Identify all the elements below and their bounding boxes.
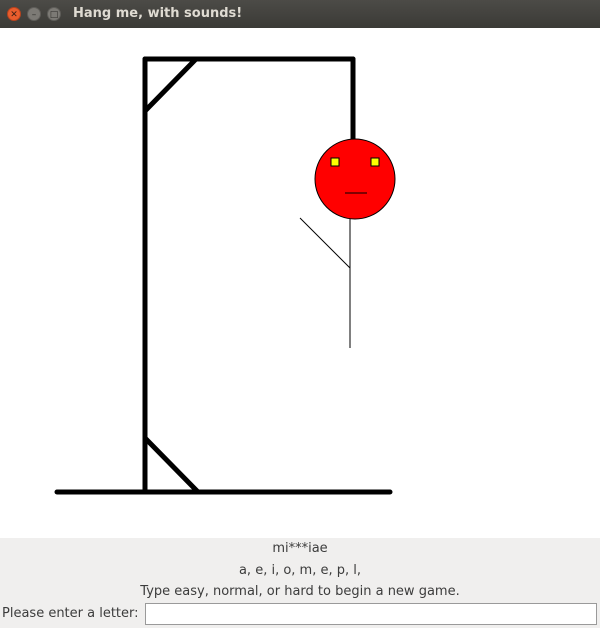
guessed-letters: a, e, i, o, m, e, p, l,	[238, 563, 362, 578]
minimize-button[interactable]: –	[27, 7, 41, 21]
masked-word: mi***iae	[272, 541, 328, 556]
gallows-drawing	[54, 56, 396, 495]
left-arm	[299, 217, 351, 269]
letter-input[interactable]	[145, 603, 597, 625]
maximize-button[interactable]: □	[47, 7, 61, 21]
head	[314, 138, 396, 220]
gallows-bottom-brace	[142, 435, 201, 495]
letter-prompt-label: Please enter a letter:	[2, 606, 139, 621]
left-eye	[330, 157, 340, 167]
instructions-text: Type easy, normal, or hard to begin a ne…	[140, 584, 460, 599]
hangman-canvas	[0, 28, 600, 538]
gallows-top-brace	[142, 56, 199, 114]
title-bar: ✕ – □ Hang me, with sounds!	[0, 0, 600, 28]
hanged-man	[299, 138, 396, 348]
right-eye	[370, 157, 380, 167]
gallows	[54, 56, 393, 495]
window-title: Hang me, with sounds!	[73, 6, 243, 21]
close-button[interactable]: ✕	[7, 7, 21, 21]
